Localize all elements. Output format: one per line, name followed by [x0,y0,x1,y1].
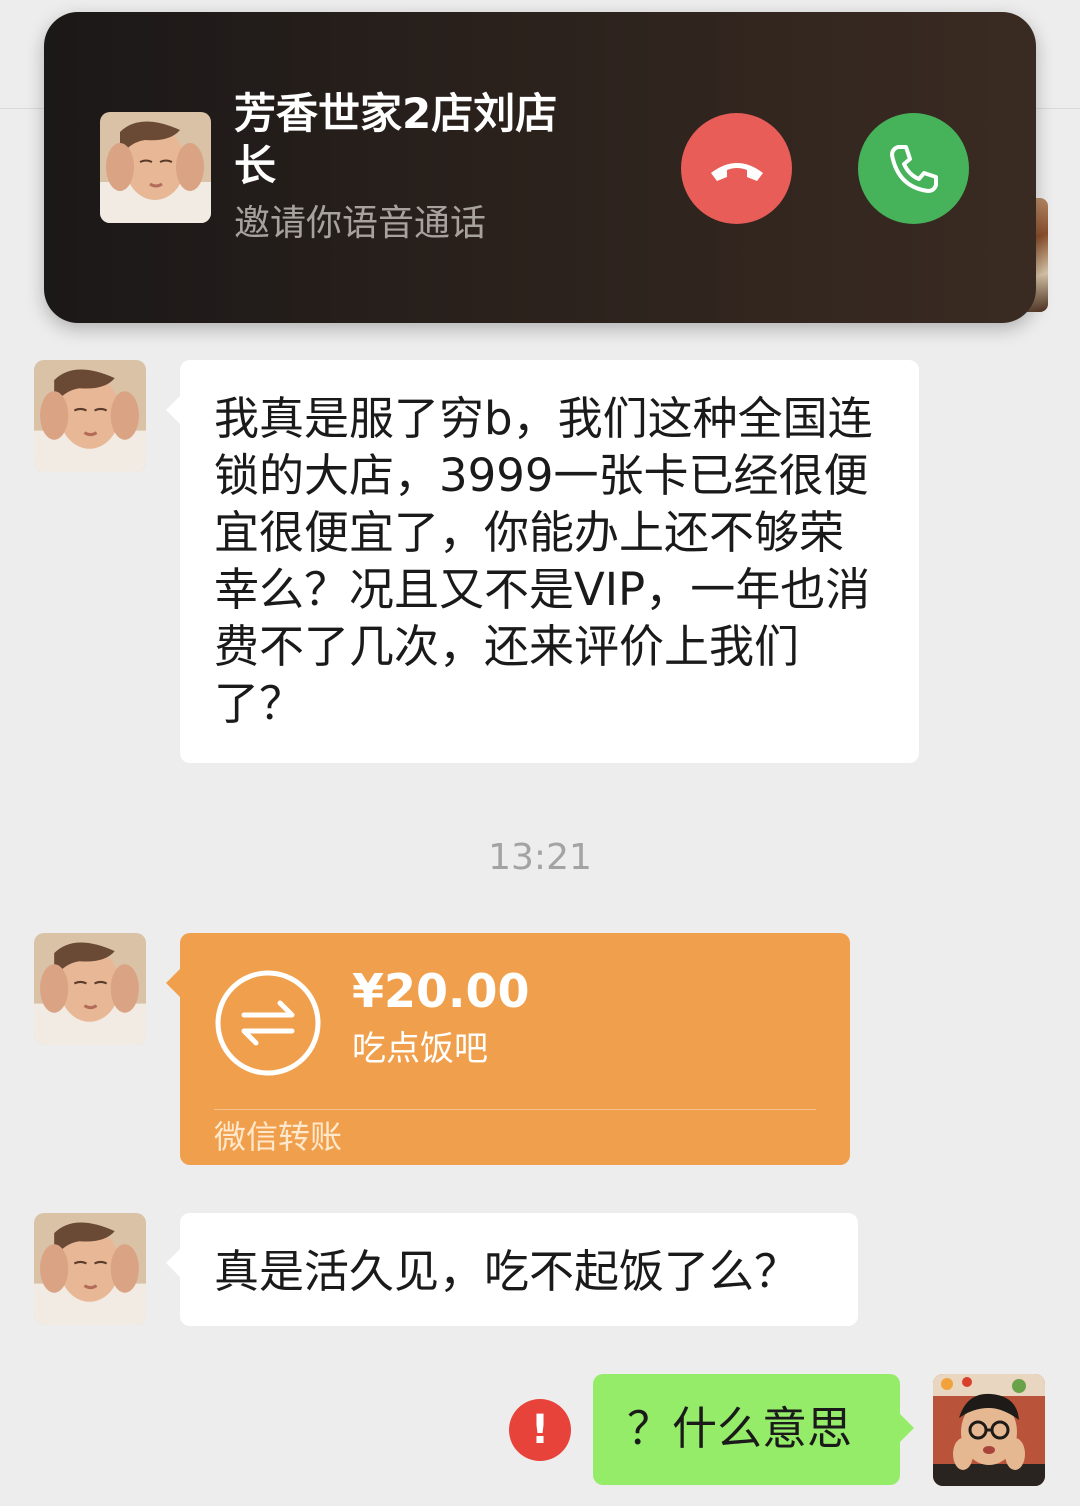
message-text: ？什么意思 [627,1402,853,1455]
timestamp: 13:21 [488,837,592,878]
incoming-call-banner[interactable]: 芳香世家2店刘店长 邀请你语音通话 [44,12,1036,323]
contact-avatar[interactable] [34,360,146,472]
caller-avatar [100,112,211,223]
my-avatar[interactable] [933,1374,1045,1486]
accept-call-button[interactable] [858,113,969,224]
contact-avatar[interactable] [34,933,146,1045]
transfer-amount: ¥20.00 [352,964,530,1018]
message-text: 真是活久见，吃不起饭了么？ [214,1245,800,1298]
chat-screen: 芳香世家2店刘店长 邀请你语音通话 我真是服了穷b，我们这种全国连锁的大店，39… [0,0,1080,1506]
message-bubble[interactable]: 我真是服了穷b，我们这种全国连锁的大店，3999一张卡已经很便宜很便宜了，你能办… [166,360,919,763]
phone-icon [889,144,938,193]
transfer-card[interactable]: ¥20.00 吃点饭吧 微信转账 [166,933,850,1165]
call-subtitle: 邀请你语音通话 [234,203,487,244]
transfer-arrows-icon [215,970,321,1076]
error-icon[interactable]: ! [509,1399,571,1461]
transfer-divider [214,1109,816,1110]
decline-call-button[interactable] [681,113,792,224]
message-text: 我真是服了穷b，我们这种全国连锁的大店，3999一张卡已经很便宜很便宜了，你能办… [214,392,873,730]
my-message-bubble[interactable]: ？什么意思 [593,1374,914,1485]
message-bubble[interactable]: 真是活久见，吃不起饭了么？ [166,1213,858,1326]
contact-avatar[interactable] [34,1213,146,1325]
transfer-label: 微信转账 [214,1118,343,1156]
caller-name: 芳香世家2店刘店长 [234,89,558,190]
transfer-note: 吃点饭吧 [352,1029,488,1069]
hang-up-icon [710,162,763,181]
